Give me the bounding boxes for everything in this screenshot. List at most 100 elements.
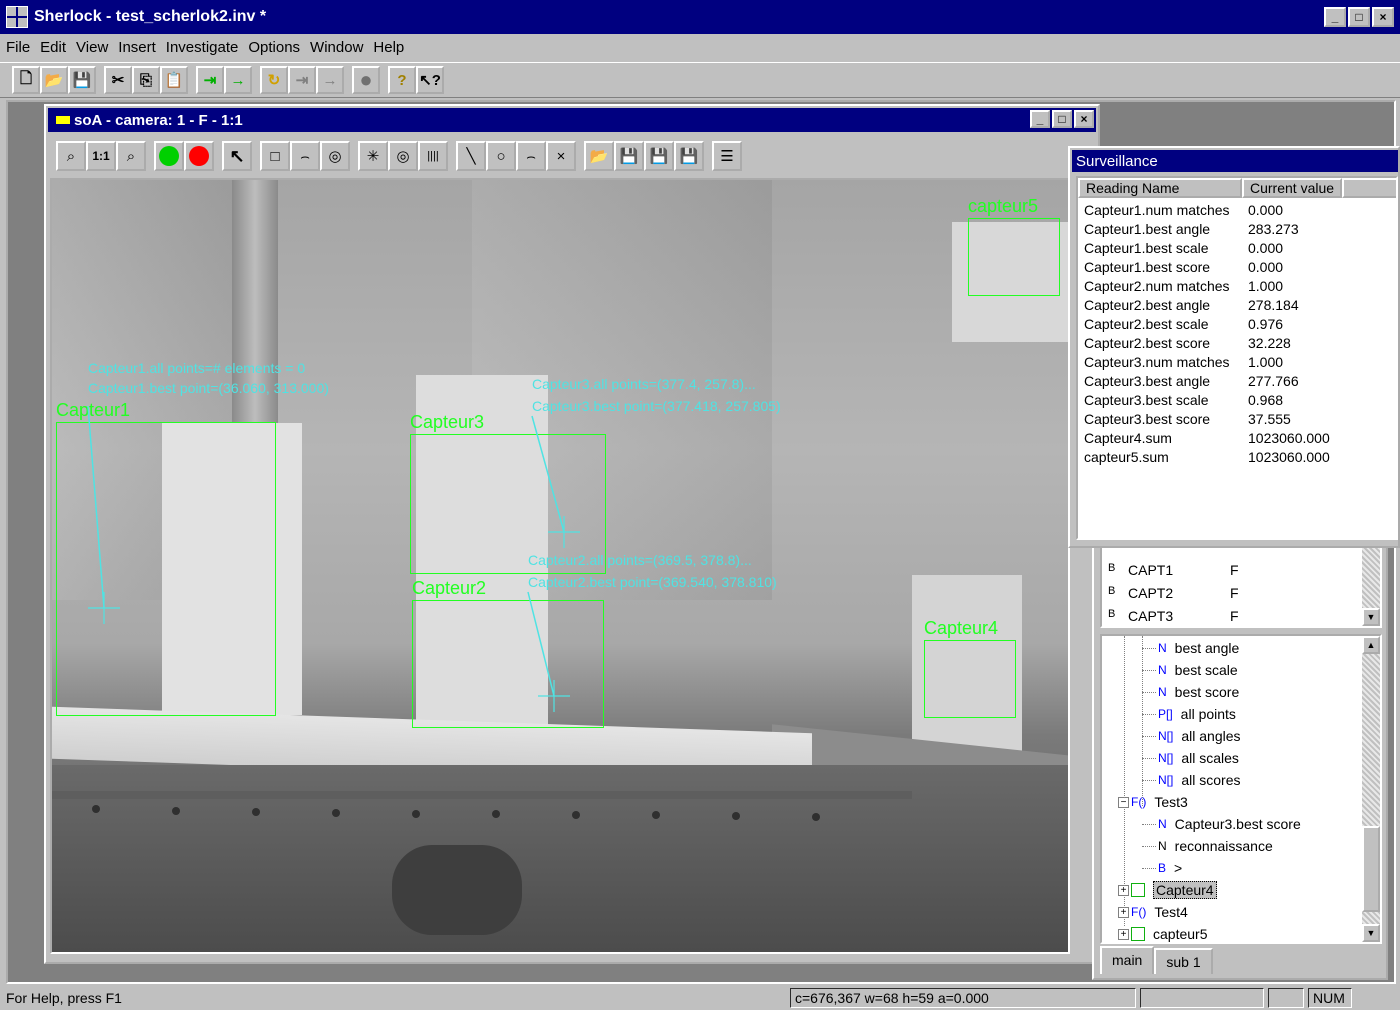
variable-row[interactable]: B CAPT2 F <box>1108 585 1239 601</box>
red-light-button[interactable] <box>184 141 214 171</box>
step-into-button[interactable]: ⇥ <box>196 66 224 94</box>
camera-close-button[interactable]: × <box>1074 110 1094 128</box>
tree-item[interactable]: + capteur5 <box>1118 924 1207 942</box>
save-image-button[interactable]: 💾 <box>614 141 644 171</box>
tab-sub-1[interactable]: sub 1 <box>1154 948 1213 974</box>
save-button[interactable]: 💾 <box>68 66 96 94</box>
rect-tool-button[interactable]: □ <box>260 141 290 171</box>
expand-icon[interactable]: + <box>1118 928 1129 940</box>
menu-options[interactable]: Options <box>248 39 300 56</box>
export-image-button[interactable]: 💾 <box>674 141 704 171</box>
tree-scrollbar[interactable]: ▲ ▼ <box>1362 636 1380 942</box>
tree-item[interactable]: Nbest score <box>1142 682 1239 702</box>
menu-investigate[interactable]: Investigate <box>166 39 239 56</box>
surveillance-row[interactable]: Capteur2.best score 32.228 <box>1084 335 1291 351</box>
surveillance-row[interactable]: Capteur3.num matches 1.000 <box>1084 354 1283 370</box>
tree-item[interactable]: Nreconnaissance <box>1142 836 1273 856</box>
surveillance-row[interactable]: capteur5.sum 1023060.000 <box>1084 449 1330 465</box>
surveillance-title-bar[interactable]: Surveillance <box>1072 150 1398 172</box>
tree-item[interactable]: Nbest scale <box>1142 660 1238 680</box>
ring-tool-button[interactable]: ◎ <box>320 141 350 171</box>
surveillance-row[interactable]: Capteur1.num matches 0.000 <box>1084 202 1283 218</box>
minimize-button[interactable]: _ <box>1324 7 1346 27</box>
open-button[interactable]: 📂 <box>40 66 68 94</box>
run-button[interactable]: → <box>224 66 252 94</box>
zoom-out-button[interactable]: ⌕ <box>56 141 86 171</box>
variable-row[interactable]: B CAPT1 F <box>1108 562 1239 578</box>
surveillance-row[interactable]: Capteur1.best scale 0.000 <box>1084 240 1283 256</box>
menu-window[interactable]: Window <box>310 39 363 56</box>
tree-item[interactable]: + F() Test4 <box>1118 902 1188 922</box>
scroll-down-arrow-icon[interactable]: ▼ <box>1362 924 1380 942</box>
tree-item[interactable]: N Capteur3.best score <box>1142 814 1301 834</box>
properties-button[interactable]: ☰ <box>712 141 742 171</box>
expand-icon[interactable]: + <box>1118 884 1129 896</box>
tree-item-selected[interactable]: + Capteur4 <box>1118 880 1217 900</box>
scroll-up-arrow-icon[interactable]: ▲ <box>1362 636 1380 654</box>
new-file-button[interactable]: 🗋 <box>12 66 40 94</box>
camera-maximize-button[interactable]: □ <box>1052 110 1072 128</box>
tree-item[interactable]: P[] all points <box>1142 704 1236 724</box>
expand-icon[interactable]: + <box>1118 906 1129 918</box>
zoom-1-1-button[interactable]: 1:1 <box>86 141 116 171</box>
tree-item[interactable]: Nbest angle <box>1142 638 1239 658</box>
surveillance-row[interactable]: Capteur1.best angle 283.273 <box>1084 221 1299 237</box>
variables-scrollbar[interactable]: ▼ <box>1362 548 1380 626</box>
main-title-bar[interactable]: Sherlock - test_scherlok2.inv * _ □ × <box>0 0 1400 34</box>
menu-help[interactable]: Help <box>373 39 404 56</box>
surveillance-row[interactable]: Capteur3.best angle 277.766 <box>1084 373 1299 389</box>
bars-tool-button[interactable]: |||| <box>418 141 448 171</box>
tree-item[interactable]: N[] all scores <box>1142 770 1240 790</box>
line-tool-button[interactable]: ╲ <box>456 141 486 171</box>
column-header-reading-name[interactable]: Reading Name <box>1078 178 1242 198</box>
surveillance-list[interactable]: Reading Name Current value Capteur1.num … <box>1076 176 1398 540</box>
menu-view[interactable]: View <box>76 39 108 56</box>
close-button[interactable]: × <box>1372 7 1394 27</box>
surveillance-row[interactable]: Capteur2.best angle 278.184 <box>1084 297 1299 313</box>
cut-button[interactable]: ✂ <box>104 66 132 94</box>
arc-tool-button[interactable]: ⌢ <box>290 141 320 171</box>
pointer-tool-button[interactable]: ↖ <box>222 141 252 171</box>
tree-item[interactable]: N[] all angles <box>1142 726 1241 746</box>
tab-main[interactable]: main <box>1100 946 1155 974</box>
tree-item[interactable]: − F() Test3 <box>1118 792 1188 812</box>
burst-tool-button[interactable]: ✳ <box>358 141 388 171</box>
camera-image[interactable]: Capteur1 Capteur3 Capteur2 Capteur4 capt… <box>50 178 1070 954</box>
copy-button[interactable]: ⎘ <box>132 66 160 94</box>
surveillance-row[interactable]: Capteur4.sum 1023060.000 <box>1084 430 1330 446</box>
stop-button[interactable]: ● <box>352 66 380 94</box>
collapse-icon[interactable]: − <box>1118 796 1129 808</box>
scroll-thumb[interactable] <box>1362 826 1380 912</box>
save-as-image-button[interactable]: 💾 <box>644 141 674 171</box>
surveillance-row[interactable]: Capteur2.best scale 0.976 <box>1084 316 1283 332</box>
surveillance-row[interactable]: Capteur3.best score 37.555 <box>1084 411 1291 427</box>
context-help-button[interactable]: ↖? <box>416 66 444 94</box>
help-button[interactable]: ? <box>388 66 416 94</box>
tree-item[interactable]: N[] all scales <box>1142 748 1239 768</box>
surveillance-row[interactable]: Capteur1.best score 0.000 <box>1084 259 1283 275</box>
surveillance-row[interactable]: Capteur2.num matches 1.000 <box>1084 278 1283 294</box>
zoom-in-button[interactable]: ⌕ <box>116 141 146 171</box>
tree-item[interactable]: B > <box>1142 858 1182 878</box>
menu-insert[interactable]: Insert <box>118 39 156 56</box>
variables-list[interactable]: B CAPT1 F B CAPT2 F B CAPT3 F ▼ <box>1100 546 1382 628</box>
menu-file[interactable]: File <box>6 39 30 56</box>
loop-button[interactable]: ↻ <box>260 66 288 94</box>
surveillance-row[interactable]: Capteur3.best scale 0.968 <box>1084 392 1283 408</box>
arc2-tool-button[interactable]: ⌢ <box>516 141 546 171</box>
circle-tool-button[interactable]: ○ <box>486 141 516 171</box>
cross-tool-button[interactable]: × <box>546 141 576 171</box>
open-image-button[interactable]: 📂 <box>584 141 614 171</box>
variable-row[interactable]: B CAPT3 F <box>1108 608 1239 624</box>
scroll-down-arrow-icon[interactable]: ▼ <box>1362 608 1380 626</box>
step-disabled-button[interactable]: ⇥ <box>288 66 316 94</box>
sherlock-app-icon[interactable] <box>6 6 28 28</box>
run-disabled-button[interactable]: → <box>316 66 344 94</box>
menu-edit[interactable]: Edit <box>40 39 66 56</box>
camera-minimize-button[interactable]: _ <box>1030 110 1050 128</box>
program-tree[interactable]: Nbest angle Nbest scale Nbest score P[] a… <box>1100 634 1382 944</box>
rings-tool-button[interactable]: ◎ <box>388 141 418 171</box>
paste-button[interactable]: 📋 <box>160 66 188 94</box>
camera-window-title-bar[interactable]: soA - camera: 1 - F - 1:1 _ □ × <box>48 108 1096 132</box>
column-header-current-value[interactable]: Current value <box>1242 178 1342 198</box>
